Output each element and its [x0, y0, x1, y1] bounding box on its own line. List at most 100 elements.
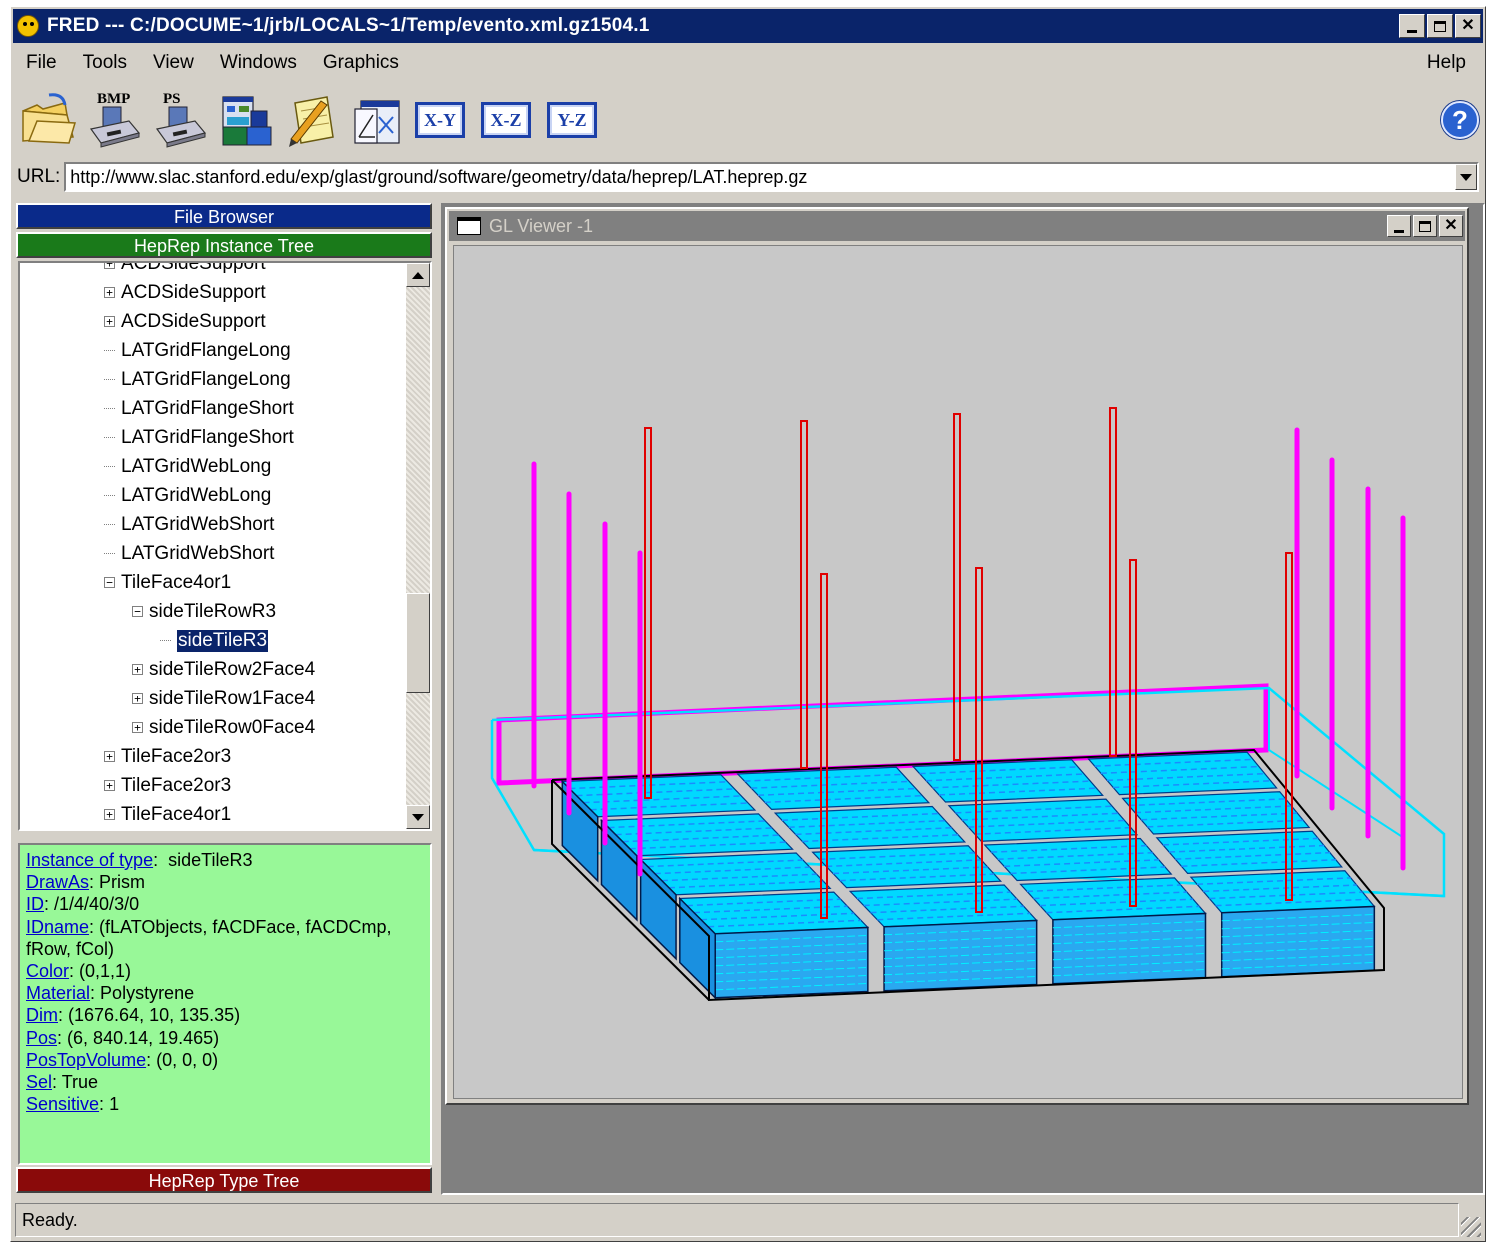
minimize-button[interactable] — [1399, 14, 1425, 38]
expand-icon[interactable]: + — [104, 780, 115, 791]
tree-node-label[interactable]: LATGridWebShort — [121, 514, 274, 536]
expand-icon[interactable]: + — [104, 751, 115, 762]
expand-icon[interactable]: + — [104, 316, 115, 327]
url-dropdown-button[interactable] — [1455, 164, 1477, 190]
expand-icon[interactable]: + — [104, 263, 115, 269]
scroll-up-button[interactable] — [406, 263, 430, 287]
tree-node[interactable]: + TileFace4or1 — [104, 800, 231, 829]
tree-node[interactable]: − TileFace4or1 — [104, 568, 231, 597]
tree-node[interactable]: LATGridWebLong — [104, 452, 271, 481]
tree-scrollbar[interactable] — [406, 263, 430, 829]
gl-3d-canvas[interactable] — [453, 245, 1463, 1099]
instance-tree[interactable]: + ACDSideSupport + ACDSideSupport + ACDSideSu… — [18, 261, 432, 831]
menu-help[interactable]: Help — [1414, 52, 1479, 74]
tree-node-label[interactable]: ACDSideSupport — [121, 282, 266, 304]
gl-close-button[interactable]: ✕ — [1439, 215, 1463, 237]
property-key-link[interactable]: Color — [26, 961, 69, 981]
menu-windows[interactable]: Windows — [207, 52, 310, 74]
tree-node[interactable]: + sideTileRow1Face4 — [132, 684, 315, 713]
expand-icon[interactable]: + — [132, 664, 143, 675]
tree-node[interactable]: + TileFace2or3 — [104, 742, 231, 771]
fred-smiley-icon[interactable] — [17, 15, 39, 37]
help-question-icon[interactable]: ? — [1441, 101, 1479, 139]
view-xy-button[interactable]: X-Y — [415, 102, 465, 138]
tree-node[interactable]: LATGridFlangeShort — [104, 394, 294, 423]
gl-viewer-title-bar[interactable]: GL Viewer -1 ✕ — [449, 211, 1465, 241]
tree-node-label[interactable]: ACDSideSupport — [121, 263, 266, 275]
collapse-icon[interactable]: − — [104, 577, 115, 588]
property-key-link[interactable]: ID — [26, 894, 44, 914]
gl-minimize-button[interactable] — [1387, 215, 1411, 237]
tree-node[interactable]: sideTileR3 — [160, 626, 270, 655]
tree-node-label[interactable]: LATGridFlangeShort — [121, 427, 294, 449]
tree-node[interactable]: LATGridFlangeLong — [104, 336, 291, 365]
expand-icon[interactable]: + — [104, 287, 115, 298]
tree-node-label[interactable]: LATGridWebLong — [121, 485, 271, 507]
url-combobox[interactable]: http://www.slac.stanford.edu/exp/glast/g… — [64, 162, 1479, 192]
tree-node[interactable]: LATGridWebShort — [104, 510, 274, 539]
save-ps-button[interactable]: PS — [151, 89, 209, 151]
tree-node-label[interactable]: LATGridWebLong — [121, 456, 271, 478]
view-yz-button[interactable]: Y-Z — [547, 102, 597, 138]
tree-node[interactable]: LATGridWebShort — [104, 539, 274, 568]
scroll-down-button[interactable] — [406, 805, 430, 829]
tree-node-label[interactable]: ACDSideSupport — [121, 311, 266, 333]
tree-node-label[interactable]: LATGridWebShort — [121, 543, 274, 565]
property-key-link[interactable]: IDname — [26, 917, 89, 937]
gl-maximize-button[interactable] — [1413, 215, 1437, 237]
menu-tools[interactable]: Tools — [70, 52, 140, 74]
tree-node-label[interactable]: sideTileRow1Face4 — [149, 688, 315, 710]
tree-node-label[interactable]: TileFace2or3 — [121, 746, 231, 768]
heprep-type-tree-tab[interactable]: HepRep Type Tree — [16, 1167, 432, 1193]
close-button[interactable]: ✕ — [1455, 14, 1481, 38]
tree-node-label[interactable]: LATGridFlangeShort — [121, 398, 294, 420]
collapse-icon[interactable]: − — [132, 606, 143, 617]
expand-icon[interactable]: + — [132, 722, 143, 733]
heprep-instance-tree-tab[interactable]: HepRep Instance Tree — [16, 232, 432, 258]
tree-node[interactable]: + ACDSideSupport — [104, 307, 266, 336]
tree-node-label[interactable]: sideTileRow2Face4 — [149, 659, 315, 681]
menu-view[interactable]: View — [140, 52, 207, 74]
tree-node-label-selected[interactable]: sideTileR3 — [175, 628, 270, 653]
notepad-button[interactable] — [283, 89, 341, 151]
maximize-button[interactable] — [1427, 14, 1453, 38]
expand-icon[interactable]: + — [132, 693, 143, 704]
gl-viewer-window[interactable]: GL Viewer -1 ✕ — [445, 207, 1469, 1105]
property-key-link[interactable]: DrawAs — [26, 872, 89, 892]
property-key-link[interactable]: Sel — [26, 1072, 52, 1092]
property-key-link[interactable]: Sensitive — [26, 1094, 99, 1114]
scene-settings-button[interactable] — [349, 89, 407, 151]
menu-file[interactable]: File — [13, 52, 70, 74]
resize-grip-icon[interactable] — [1461, 1217, 1481, 1237]
property-key-link[interactable]: Material — [26, 983, 90, 1003]
tree-node[interactable]: + sideTileRow2Face4 — [132, 655, 315, 684]
tree-node-label[interactable]: sideTileRow0Face4 — [149, 717, 315, 739]
file-browser-tab[interactable]: File Browser — [16, 203, 432, 229]
property-key-link[interactable]: PosTopVolume — [26, 1050, 146, 1070]
tree-node-label[interactable]: TileFace2or3 — [121, 775, 231, 797]
tree-node-label[interactable]: TileFace4or1 — [121, 804, 231, 826]
tree-node-label[interactable]: LATGridFlangeLong — [121, 369, 291, 391]
property-key-link[interactable]: Dim — [26, 1005, 58, 1025]
tree-node-label[interactable]: TileFace4or1 — [121, 572, 231, 594]
tree-node[interactable]: − sideTileRowR3 — [132, 597, 276, 626]
url-input[interactable]: http://www.slac.stanford.edu/exp/glast/g… — [66, 167, 1455, 188]
tree-node[interactable]: LATGridFlangeShort — [104, 423, 294, 452]
tree-node-label[interactable]: sideTileRowR3 — [149, 601, 276, 623]
window-layout-button[interactable] — [217, 89, 275, 151]
expand-icon[interactable]: + — [104, 809, 115, 820]
tree-node-label[interactable]: LATGridFlangeLong — [121, 340, 291, 362]
view-xz-button[interactable]: X-Z — [481, 102, 531, 138]
save-bmp-button[interactable]: BMP — [85, 89, 143, 151]
tree-node[interactable]: LATGridFlangeLong — [104, 365, 291, 394]
scroll-thumb[interactable] — [406, 593, 430, 693]
tree-node[interactable]: + ACDSideSupport — [104, 263, 266, 278]
open-folder-button[interactable] — [19, 89, 77, 151]
property-key-link[interactable]: Pos — [26, 1028, 57, 1048]
tree-node[interactable]: + TileFace2or3 — [104, 771, 231, 800]
menu-graphics[interactable]: Graphics — [310, 52, 412, 74]
tree-node[interactable]: LATGridWebLong — [104, 481, 271, 510]
tree-node[interactable]: + sideTileRow0Face4 — [132, 713, 315, 742]
property-key-link[interactable]: Instance of type — [26, 850, 153, 870]
title-bar[interactable]: FRED --- C:/DOCUME~1/jrb/LOCALS~1/Temp/e… — [13, 9, 1483, 43]
